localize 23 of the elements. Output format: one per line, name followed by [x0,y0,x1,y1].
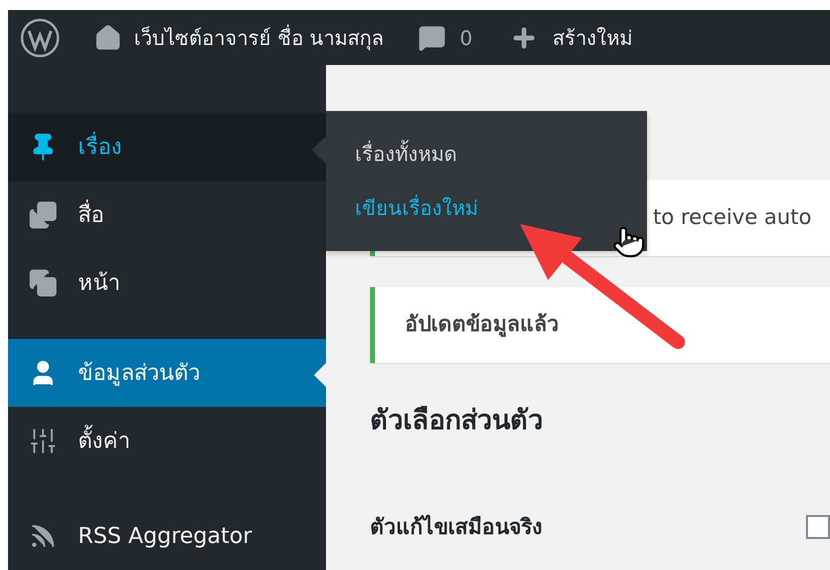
logo-icon[interactable] [20,18,60,58]
site-name-link[interactable]: เว็บไซต์อาจารย์ ชื่อ นามสกุล [134,22,384,52]
checkbox[interactable] [806,515,830,540]
sidebar-label: หน้า [78,270,120,298]
comment-icon[interactable] [418,24,446,52]
notice-text: to receive auto [653,204,812,232]
home-icon[interactable] [94,24,122,52]
sidebar-item[interactable]: ข้อมูลส่วนตัว [8,339,326,407]
sidebar-label: เรื่อง [78,130,122,164]
new-link[interactable]: สร้างใหม่ [552,22,632,52]
sidebar-label: RSS Aggregator [78,522,252,550]
option-label: ตัวแก้ไขเสมือนจริง [370,514,543,540]
flyout-item[interactable]: เรื่องทั้งหมด [355,141,647,167]
sidebar-label: ข้อมูลส่วนตัว [78,360,200,388]
section-heading: ตัวเลือกส่วนตัว [370,404,544,438]
sliders-icon [28,426,58,456]
pages-icon [28,268,58,298]
flyout-item[interactable]: เขียนเรื่องใหม่ [355,195,647,221]
sidebar-item[interactable]: เรื่อง [8,113,326,181]
notice-text: อัปเดตข้อมูลแล้ว [405,311,559,339]
sidebar-label: ตั้งค่า [78,424,130,458]
sidebar-label: สื่อ [78,198,104,232]
comment-count[interactable]: 0 [460,22,472,52]
